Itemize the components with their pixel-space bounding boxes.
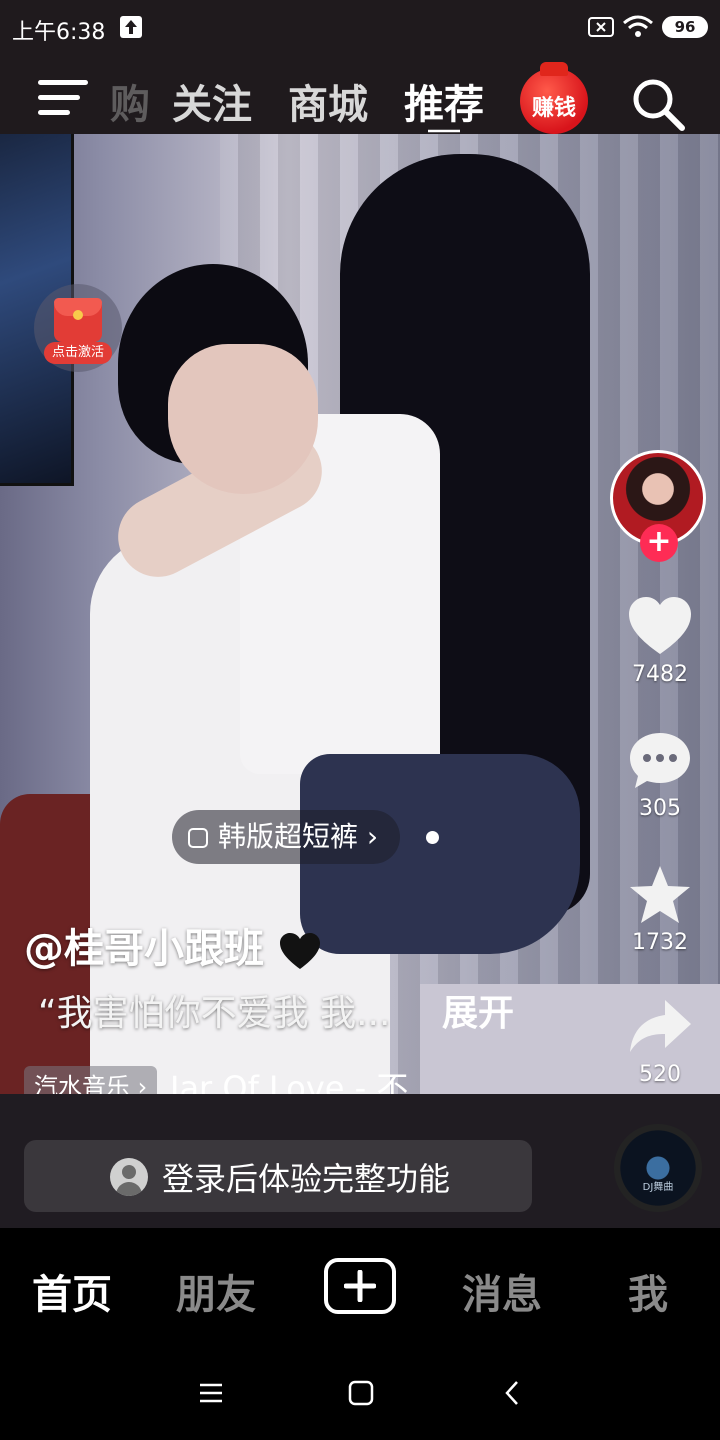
- like-count: 7482: [632, 662, 688, 687]
- expand-caption-button[interactable]: 展开: [442, 984, 514, 1036]
- activate-label: 点击激活: [44, 342, 112, 364]
- status-time: 上午6:38: [12, 20, 106, 45]
- active-tab-indicator: [428, 124, 460, 139]
- heart-icon: [627, 596, 693, 658]
- login-panel: 登录后体验完整功能 DJ舞曲: [0, 1094, 720, 1228]
- top-navigation: 购 关注 商城 推荐 赚钱: [0, 56, 720, 139]
- like-button[interactable]: 7482: [620, 596, 700, 687]
- earn-badge-label: 赚钱: [531, 96, 576, 121]
- upload-icon: [120, 16, 142, 38]
- scan-icon: [188, 828, 208, 848]
- user-icon: [110, 1158, 148, 1196]
- earn-money-badge[interactable]: 赚钱: [520, 62, 588, 134]
- activate-red-packet-badge[interactable]: 点击激活: [34, 284, 122, 372]
- login-prompt-button[interactable]: 登录后体验完整功能: [24, 1140, 532, 1212]
- follow-plus-button[interactable]: +: [640, 524, 678, 562]
- home-icon[interactable]: [346, 1378, 376, 1408]
- tag-dot: [426, 831, 439, 844]
- tab-friends[interactable]: 朋友: [176, 1262, 256, 1320]
- user-icon-body: [116, 1182, 142, 1196]
- tab-shop-partial[interactable]: 购: [110, 72, 150, 130]
- create-post-button[interactable]: [324, 1258, 396, 1314]
- login-prompt-text: 登录后体验完整功能: [162, 1160, 451, 1198]
- share-count: 520: [639, 1062, 681, 1087]
- video-caption: “我害怕你不爱我 我...: [38, 993, 391, 1034]
- system-navigation-bar: [0, 1348, 720, 1440]
- product-tag-label: 韩版超短裤: [218, 820, 359, 853]
- tab-recommend[interactable]: 推荐: [404, 72, 484, 130]
- black-heart-icon: [278, 931, 322, 971]
- comment-icon: [627, 730, 693, 792]
- battery-icon: 96: [662, 16, 708, 38]
- star-icon: [627, 864, 693, 926]
- tab-follow[interactable]: 关注: [172, 72, 252, 130]
- red-packet-coin: [73, 310, 83, 320]
- bottom-tab-bar: 首页 朋友 消息 我: [0, 1228, 720, 1348]
- tab-messages[interactable]: 消息: [462, 1262, 542, 1320]
- tab-mall[interactable]: 商城: [288, 72, 368, 130]
- status-bar: 上午6:38 96: [0, 0, 720, 56]
- recent-apps-icon[interactable]: [196, 1378, 226, 1408]
- video-subject-face: [168, 344, 318, 494]
- red-packet-icon: [54, 298, 102, 342]
- comment-count: 305: [639, 796, 681, 821]
- earn-badge-knot: [540, 62, 568, 76]
- back-icon[interactable]: [498, 1378, 528, 1408]
- tab-me[interactable]: 我: [628, 1262, 668, 1320]
- favorite-button[interactable]: 1732: [620, 864, 700, 955]
- creator-username[interactable]: @桂哥小跟班: [24, 916, 322, 974]
- share-button[interactable]: 520: [620, 996, 700, 1087]
- music-disc-label: DJ舞曲: [642, 1182, 674, 1193]
- user-icon-head: [122, 1165, 136, 1179]
- wifi-icon: [622, 14, 654, 40]
- comment-button[interactable]: 305: [620, 730, 700, 821]
- menu-icon[interactable]: [38, 78, 90, 118]
- favorite-count: 1732: [632, 930, 688, 955]
- sim-card-icon: [588, 17, 614, 37]
- search-icon[interactable]: [630, 76, 686, 132]
- product-tag-chip[interactable]: 韩版超短裤 ›: [172, 810, 401, 864]
- tab-home[interactable]: 首页: [32, 1262, 112, 1320]
- plus-icon: [344, 1270, 376, 1302]
- share-icon: [627, 996, 693, 1058]
- username-text: @桂哥小跟班: [24, 926, 264, 972]
- music-disc-icon[interactable]: DJ舞曲: [614, 1124, 702, 1212]
